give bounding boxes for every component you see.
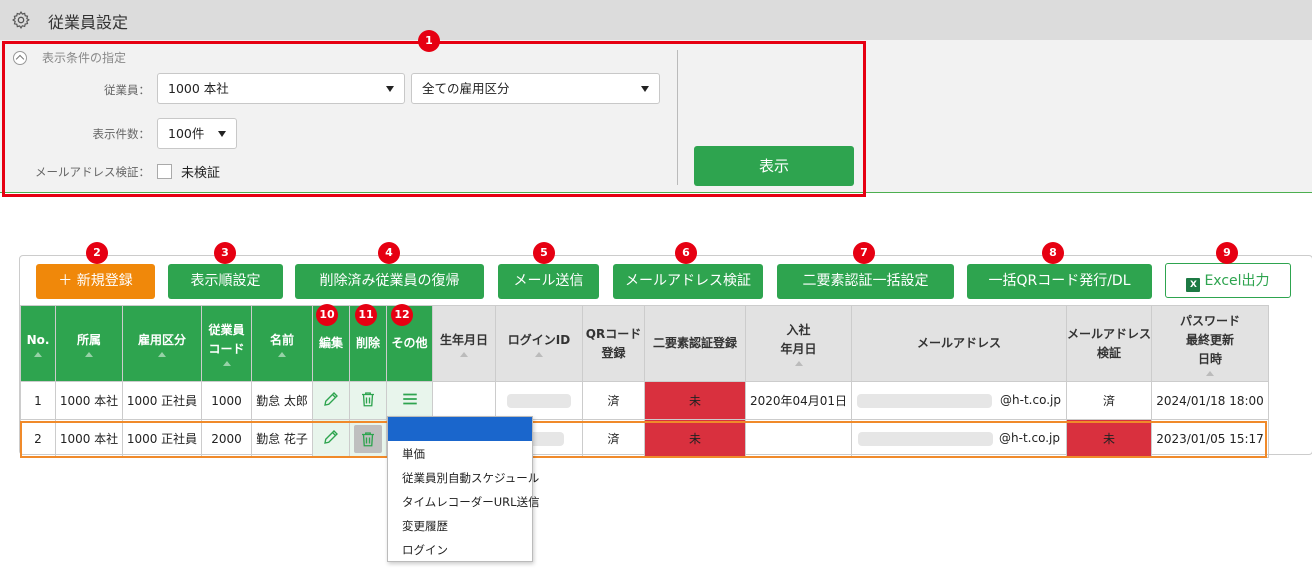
badge-4: 4: [378, 242, 400, 264]
col-2fa: 二要素認証登録: [644, 305, 746, 382]
cell-type: 1000 正社員: [122, 381, 202, 420]
cell-birthdate: [432, 381, 496, 420]
cell-join-date: 2020年04月01日: [745, 381, 852, 420]
other-cell[interactable]: [386, 381, 433, 420]
table-row: 1 1000 本社 1000 正社員 1000 勤怠 太郎 済 未 2020年0…: [20, 381, 1270, 420]
col-no[interactable]: No.: [20, 305, 56, 382]
badge-10: 10: [316, 304, 338, 326]
page-title: 従業員設定: [48, 13, 129, 32]
redacted-login-id: [507, 393, 571, 408]
badge-2: 2: [86, 242, 108, 264]
trash-icon[interactable]: [359, 430, 377, 448]
cell-login-id: [495, 381, 583, 420]
cell-dept: 1000 本社: [55, 419, 123, 458]
cell-name: 勤怠 花子: [251, 419, 313, 458]
col-email-verified: メールアドレス 検証: [1065, 305, 1153, 382]
excel-export-button[interactable]: X Excel出力: [1165, 263, 1291, 298]
cell-qr: 済: [582, 419, 645, 458]
restore-deleted-button[interactable]: 削除済み従業員の復帰: [295, 264, 484, 299]
badge-8: 8: [1042, 242, 1064, 264]
col-dept[interactable]: 所属: [55, 305, 123, 382]
table-header-row: No. 所属 雇用区分 従業員 コード 名前 編集 削除 その他 生年月日 ログイ…: [20, 305, 1270, 382]
cell-no: 2: [20, 419, 56, 458]
menu-item-history[interactable]: 変更履歴: [388, 514, 532, 538]
cell-verified: 未: [1065, 419, 1153, 458]
edit-cell[interactable]: [312, 381, 350, 420]
col-password-updated[interactable]: パスワード 最終更新 日時: [1151, 305, 1270, 382]
delete-cell[interactable]: [349, 381, 387, 420]
badge-6: 6: [675, 242, 697, 264]
menu-item-auto-schedule[interactable]: 従業員別自動スケジュール: [388, 466, 539, 490]
col-name[interactable]: 名前: [251, 305, 313, 382]
cell-dept: 1000 本社: [55, 381, 123, 420]
bulk-qr-button[interactable]: 一括QRコード発行/DL: [967, 264, 1152, 299]
menu-item-unit-price[interactable]: 単価: [388, 442, 532, 466]
cell-2fa: 未: [644, 419, 746, 458]
edit-cell[interactable]: [312, 419, 350, 458]
other-context-menu: 単価 従業員別自動スケジュール タイムレコーダーURL送信 変更履歴 ログイン: [387, 416, 540, 562]
badge-9: 9: [1216, 242, 1238, 264]
cell-password-updated: 2024/01/18 18:00: [1151, 381, 1270, 420]
cell-email: @h-t.co.jp: [851, 381, 1067, 420]
cell-type: 1000 正社員: [122, 419, 202, 458]
col-employment-type[interactable]: 雇用区分: [122, 305, 202, 382]
pencil-icon[interactable]: [322, 390, 340, 408]
menu-icon[interactable]: [401, 390, 419, 408]
cell-join-date: [745, 419, 852, 458]
badge-1: 1: [418, 30, 440, 52]
badge-11: 11: [355, 304, 377, 326]
excel-icon: X: [1186, 278, 1201, 292]
col-login-id[interactable]: ログインID: [495, 305, 583, 382]
excel-export-label: Excel出力: [1204, 273, 1270, 289]
cell-email: @h-t.co.jp: [851, 419, 1067, 458]
cell-name: 勤怠 太郎: [251, 381, 313, 420]
badge-3: 3: [214, 242, 236, 264]
menu-highlight-bar: [388, 417, 532, 441]
col-qr: QRコード 登録: [582, 305, 645, 382]
cell-code: 2000: [201, 419, 252, 458]
cell-password-updated: 2023/01/05 15:17: [1151, 419, 1270, 458]
verify-email-button[interactable]: メールアドレス検証: [613, 264, 763, 299]
menu-item-login[interactable]: ログイン: [388, 538, 532, 562]
cell-2fa: 未: [644, 381, 746, 420]
bulk-2fa-button[interactable]: 二要素認証一括設定: [777, 264, 954, 299]
badge-5: 5: [533, 242, 555, 264]
trash-hover-bg[interactable]: [354, 424, 382, 453]
redacted-email: [858, 431, 994, 446]
badge-7: 7: [853, 242, 875, 264]
badge-12: 12: [391, 304, 413, 326]
table-row: 2 1000 本社 1000 正社員 2000 勤怠 花子 済 未 @h-t.c…: [20, 419, 1270, 458]
pencil-icon[interactable]: [322, 428, 340, 446]
col-join-date[interactable]: 入社 年月日: [745, 305, 852, 382]
trash-icon[interactable]: [359, 390, 377, 408]
cell-qr: 済: [582, 381, 645, 420]
gear-icon: [12, 11, 30, 29]
new-register-button[interactable]: ＋ 新規登録: [36, 264, 155, 299]
redacted-email: [857, 393, 993, 408]
highlight-frame: [2, 41, 866, 197]
col-email: メールアドレス: [851, 305, 1067, 382]
cell-no: 1: [20, 381, 56, 420]
col-birthdate[interactable]: 生年月日: [432, 305, 496, 382]
menu-item-recorder-url[interactable]: タイムレコーダーURL送信: [388, 490, 540, 514]
delete-cell[interactable]: [349, 419, 387, 458]
cell-code: 1000: [201, 381, 252, 420]
title-bar: [0, 0, 1312, 40]
col-employee-code[interactable]: 従業員 コード: [201, 305, 252, 382]
cell-verified: 済: [1065, 381, 1153, 420]
employee-table: No. 所属 雇用区分 従業員 コード 名前 編集 削除 その他 生年月日 ログイ…: [20, 305, 1270, 458]
display-order-button[interactable]: 表示順設定: [168, 264, 283, 299]
send-mail-button[interactable]: メール送信: [498, 264, 599, 299]
